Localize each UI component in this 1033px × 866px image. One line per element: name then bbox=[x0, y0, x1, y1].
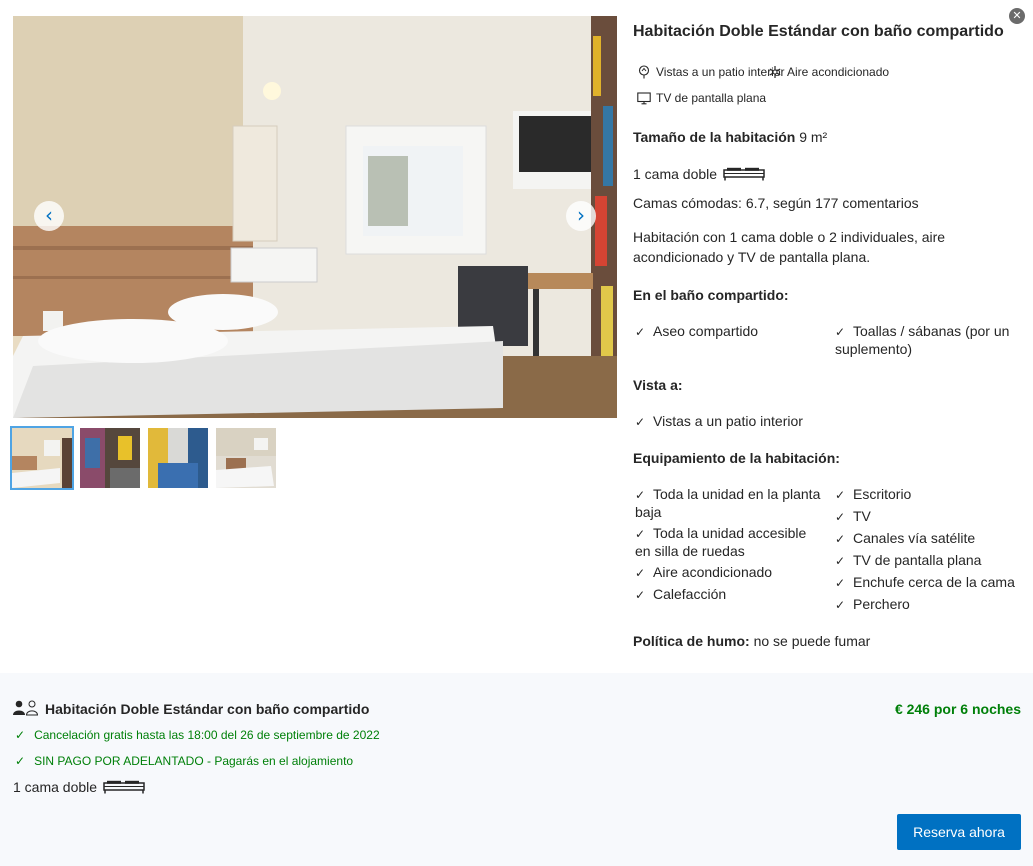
booking-summary: Habitación Doble Estándar con baño compa… bbox=[0, 673, 1033, 866]
no-prepayment: ✓ SIN PAGO POR ADELANTADO - Pagarás en e… bbox=[15, 754, 353, 768]
facility-air-conditioning: Aire acondicionado bbox=[768, 65, 889, 79]
occupancy-icon bbox=[13, 700, 39, 716]
bed-text: 1 cama doble bbox=[633, 166, 718, 182]
check-icon: ✓ bbox=[15, 728, 26, 742]
double-bed-icon bbox=[103, 780, 145, 794]
equipment-item: ✓ TV de pantalla plana bbox=[835, 552, 1025, 570]
view-item: ✓ Vistas a un patio interior bbox=[635, 413, 825, 431]
thumbnail-4[interactable] bbox=[216, 428, 276, 488]
equipment-item: ✓ Toda la unidad en la planta baja bbox=[635, 486, 825, 521]
equipment-item-label: TV bbox=[853, 508, 871, 524]
check-icon: ✓ bbox=[635, 488, 646, 502]
check-icon: ✓ bbox=[635, 527, 646, 541]
close-button[interactable]: ✕ bbox=[1009, 8, 1025, 24]
bed-comfort-rating: Camas cómodas: 6.7, según 177 comentario… bbox=[633, 195, 919, 211]
equipment-heading-text: Equipamiento de la habitación: bbox=[633, 450, 840, 466]
summary-room-title: Habitación Doble Estándar con baño compa… bbox=[45, 701, 370, 717]
check-icon: ✓ bbox=[635, 566, 646, 580]
next-photo-button[interactable]: › bbox=[566, 201, 596, 231]
check-icon: ✓ bbox=[835, 325, 846, 339]
equipment-item-label: Perchero bbox=[853, 596, 910, 612]
equipment-item-label: Aire acondicionado bbox=[653, 564, 773, 580]
equipment-item: ✓ Toda la unidad accesible en silla de ru… bbox=[635, 525, 825, 560]
thumbnail-strip bbox=[10, 426, 276, 490]
equipment-item-label: TV de pantalla plana bbox=[853, 552, 982, 568]
facility-courtyard: Vistas a un patio interior bbox=[637, 65, 785, 79]
check-icon: ✓ bbox=[835, 598, 846, 612]
check-icon: ✓ bbox=[635, 588, 646, 602]
equipment-item: ✓ Calefacción bbox=[635, 586, 825, 604]
smoking-policy-value: no se puede fumar bbox=[753, 633, 871, 649]
smoking-policy-label: Política de humo: bbox=[633, 633, 750, 649]
facility-flat-tv: TV de pantalla plana bbox=[637, 91, 766, 105]
free-cancellation: ✓ Cancelación gratis hasta las 18:00 del… bbox=[15, 728, 380, 742]
facility-label: Aire acondicionado bbox=[787, 65, 890, 79]
check-icon: ✓ bbox=[835, 488, 846, 502]
facility-label: Vistas a un patio interior bbox=[656, 65, 785, 79]
view-heading: Vista a: bbox=[633, 375, 683, 395]
room-size-label: Tamaño de la habitación bbox=[633, 129, 796, 145]
equipment-item-label: Escritorio bbox=[853, 486, 912, 502]
view-heading-text: Vista a: bbox=[633, 377, 683, 393]
equipment-item-label: Toda la unidad en la planta baja bbox=[635, 486, 821, 520]
check-icon: ✓ bbox=[635, 325, 646, 339]
room-size: Tamaño de la habitación 9 m² bbox=[633, 127, 827, 147]
facility-label: TV de pantalla plana bbox=[656, 91, 767, 105]
check-icon: ✓ bbox=[835, 532, 846, 546]
bed-info: 1 cama doble bbox=[633, 164, 765, 184]
summary-price: € 246 por 6 noches bbox=[894, 701, 1021, 717]
bathroom-item: ✓ Toallas / sábanas (por un suplemento) bbox=[835, 323, 1025, 358]
equipment-item-label: Calefacción bbox=[653, 586, 727, 602]
equipment-item: ✓ Escritorio bbox=[835, 486, 1025, 504]
check-icon: ✓ bbox=[835, 554, 846, 568]
previous-photo-button[interactable]: ‹ bbox=[34, 201, 64, 231]
smoking-policy: Política de humo: no se puede fumar bbox=[633, 631, 870, 651]
check-icon: ✓ bbox=[635, 415, 646, 429]
check-icon: ✓ bbox=[835, 510, 846, 524]
bathroom-item-label: Toallas / sábanas (por un suplemento) bbox=[835, 323, 1010, 357]
room-description: Habitación con 1 cama doble o 2 individu… bbox=[633, 229, 946, 265]
tv-icon bbox=[637, 92, 651, 105]
equipment-heading: Equipamiento de la habitación: bbox=[633, 448, 840, 468]
thumbnail-2[interactable] bbox=[80, 428, 140, 488]
equipment-item: ✓ TV bbox=[835, 508, 1025, 526]
courtyard-icon bbox=[638, 65, 650, 79]
view-item-label: Vistas a un patio interior bbox=[653, 413, 803, 429]
equipment-item: ✓ Enchufe cerca de la cama bbox=[835, 574, 1025, 592]
check-icon: ✓ bbox=[835, 576, 846, 590]
check-icon: ✓ bbox=[15, 754, 26, 768]
equipment-item-label: Canales vía satélite bbox=[853, 530, 976, 546]
chevron-right-icon: › bbox=[577, 203, 585, 227]
thumbnail-image bbox=[216, 428, 276, 488]
equipment-item: ✓ Canales vía satélite bbox=[835, 530, 1025, 548]
room-photo bbox=[13, 16, 617, 418]
bathroom-heading: En el baño compartido: bbox=[633, 285, 789, 305]
thumbnail-image bbox=[148, 428, 208, 488]
bathroom-heading-text: En el baño compartido: bbox=[633, 287, 789, 303]
bathroom-item-label: Aseo compartido bbox=[653, 323, 759, 339]
double-bed-icon bbox=[723, 167, 765, 181]
room-title: Habitación Doble Estándar con baño compa… bbox=[633, 23, 1004, 40]
equipment-item-label: Toda la unidad accesible en silla de rue… bbox=[635, 525, 807, 559]
thumbnail-image bbox=[12, 428, 72, 488]
book-now-button[interactable]: Reserva ahora bbox=[897, 814, 1021, 850]
summary-bed-info: 1 cama doble bbox=[13, 779, 145, 795]
chevron-left-icon: ‹ bbox=[45, 203, 53, 227]
bathroom-item: ✓ Aseo compartido bbox=[635, 323, 825, 341]
equipment-item-label: Enchufe cerca de la cama bbox=[853, 574, 1015, 590]
close-icon: ✕ bbox=[1012, 9, 1022, 22]
thumbnail-image bbox=[80, 428, 140, 488]
equipment-item: ✓ Perchero bbox=[835, 596, 1025, 614]
no-prepayment-text: SIN PAGO POR ADELANTADO - Pagarás en el … bbox=[34, 754, 354, 768]
equipment-item: ✓ Aire acondicionado bbox=[635, 564, 825, 582]
room-size-value: 9 m² bbox=[799, 129, 828, 145]
thumbnail-1[interactable] bbox=[10, 426, 74, 490]
thumbnail-3[interactable] bbox=[148, 428, 208, 488]
free-cancellation-text: Cancelación gratis hasta las 18:00 del 2… bbox=[34, 728, 380, 742]
summary-bed-text: 1 cama doble bbox=[13, 779, 98, 795]
main-photo: ‹ › bbox=[13, 16, 617, 418]
snowflake-icon bbox=[769, 66, 781, 78]
